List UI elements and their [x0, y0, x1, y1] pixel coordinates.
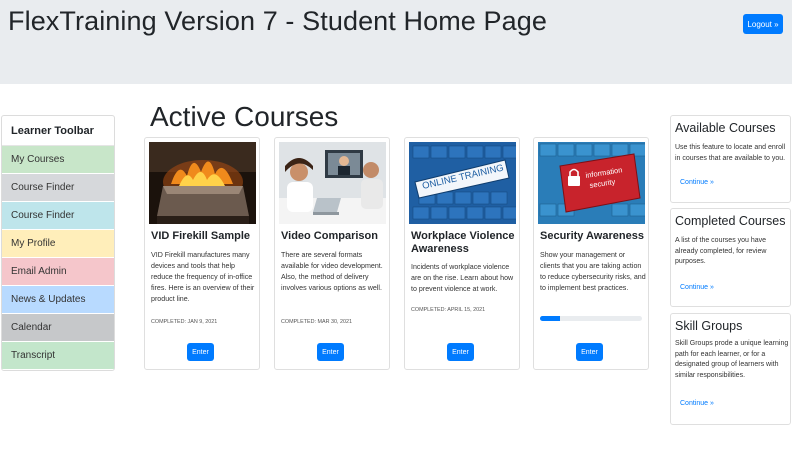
workplace-violence-course-image[interactable]: ONLINE TRAINING	[409, 142, 516, 224]
available-courses-continue-link[interactable]: Continue »	[680, 179, 714, 186]
firekill-course-image[interactable]	[149, 142, 256, 224]
security-awareness-course-image[interactable]: information security	[538, 142, 645, 224]
logout-button[interactable]: Logout »	[743, 14, 783, 34]
course-card: information security Security Awareness …	[533, 137, 649, 370]
enter-button[interactable]: Enter	[187, 343, 214, 361]
course-title: Security Awareness	[540, 230, 644, 242]
active-courses-heading: Active Courses	[150, 101, 339, 132]
enter-button[interactable]: Enter	[447, 343, 474, 361]
completed-courses-continue-link[interactable]: Continue »	[680, 284, 714, 291]
sidebar-item-course-finder[interactable]: Course Finder	[2, 174, 114, 202]
available-courses-panel: Available Courses Use this feature to lo…	[670, 115, 791, 203]
course-description: There are several formats available for …	[281, 251, 383, 292]
course-title: VID Firekill Sample	[151, 230, 251, 242]
panel-text: A list of the courses you have already c…	[675, 237, 767, 265]
enter-button[interactable]: Enter	[576, 343, 603, 361]
course-title: Workplace Violence Awareness	[411, 230, 515, 255]
course-completed-date: COMPLETED: APRIL 15, 2021	[411, 307, 486, 313]
online-training-keyboard-image: ONLINE TRAINING	[409, 142, 516, 224]
sidebar-item-news-updates[interactable]: News & Updates	[2, 286, 114, 314]
page-title: FlexTraining Version 7 - Student Home Pa…	[8, 6, 547, 36]
completed-courses-panel: Completed Courses A list of the courses …	[670, 208, 791, 307]
sidebar-item-my-courses[interactable]: My Courses	[2, 146, 114, 174]
page-header: FlexTraining Version 7 - Student Home Pa…	[0, 0, 792, 84]
course-card: ONLINE TRAINING Workplace Violence Aware…	[404, 137, 520, 370]
panel-title: Available Courses	[675, 121, 776, 135]
course-completed-date: COMPLETED: JAN 9, 2021	[151, 319, 218, 325]
enter-button[interactable]: Enter	[317, 343, 344, 361]
course-progress-bar	[540, 316, 642, 321]
course-description: Incidents of workplace violence are on t…	[411, 263, 514, 293]
panel-text: Use this feature to locate and enroll in…	[675, 144, 786, 162]
sidebar-item-my-profile[interactable]: My Profile	[2, 230, 114, 258]
sidebar-item-course-finder-2[interactable]: Course Finder	[2, 202, 114, 230]
course-card: VID Firekill Sample VID Firekill manufac…	[144, 137, 260, 370]
sidebar-item-email-admin[interactable]: Email Admin	[2, 258, 114, 286]
course-card: Video Comparison There are several forma…	[274, 137, 390, 370]
learner-toolbar: Learner Toolbar My Courses Course Finder…	[1, 115, 115, 371]
sidebar-item-transcript[interactable]: Transcript	[2, 342, 114, 370]
video-comparison-course-image[interactable]	[279, 142, 386, 224]
video-conference-image	[279, 142, 386, 224]
course-title: Video Comparison	[281, 230, 378, 242]
sidebar-item-calendar[interactable]: Calendar	[2, 314, 114, 342]
fire-pit-image	[149, 142, 256, 224]
learner-toolbar-title: Learner Toolbar	[2, 116, 114, 146]
panel-title: Skill Groups	[675, 319, 743, 333]
information-security-keyboard-image: information security	[538, 142, 645, 224]
panel-title: Completed Courses	[675, 214, 786, 228]
skill-groups-continue-link[interactable]: Continue »	[680, 400, 714, 407]
panel-text: Skill Groups prode a unique learning pat…	[675, 340, 789, 379]
course-completed-date: COMPLETED: MAR 30, 2021	[281, 319, 353, 325]
course-progress-fill	[540, 316, 561, 321]
skill-groups-panel: Skill Groups Skill Groups prode a unique…	[670, 313, 791, 425]
course-description: VID Firekill manufactures many devices a…	[151, 251, 255, 303]
course-description: Show your management or clients that you…	[540, 251, 646, 292]
